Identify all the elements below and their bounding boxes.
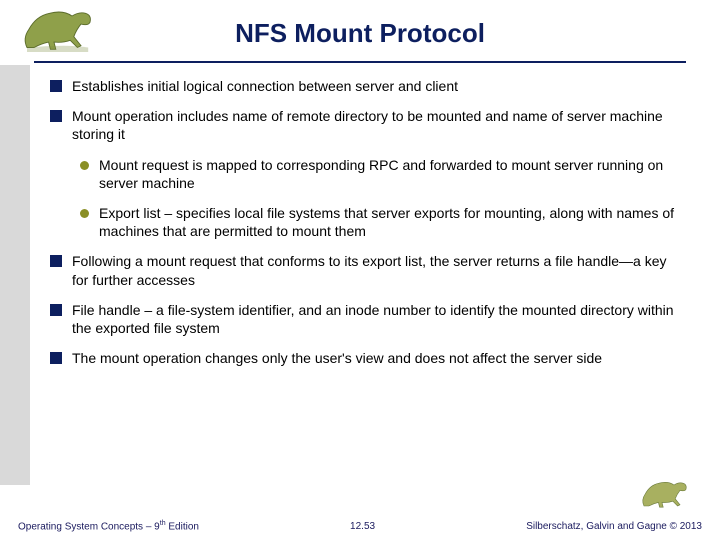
square-bullet-icon: [50, 110, 62, 122]
bullet-text: Export list – specifies local file syste…: [99, 204, 680, 240]
round-bullet-icon: [80, 209, 89, 218]
slide-content: Establishes initial logical connection b…: [0, 63, 720, 367]
book-title-a: Operating System Concepts – 9: [18, 521, 160, 532]
bullet-item: File handle – a file-system identifier, …: [50, 301, 680, 337]
book-title-b: Edition: [166, 521, 199, 532]
bullet-text: Mount request is mapped to corresponding…: [99, 156, 680, 192]
bullet-item: Mount operation includes name of remote …: [50, 107, 680, 143]
slide-footer: Operating System Concepts – 9th Edition …: [0, 520, 720, 532]
square-bullet-icon: [50, 352, 62, 364]
dinosaur-icon: [18, 2, 108, 57]
bullet-text: Following a mount request that conforms …: [72, 252, 680, 288]
bullet-text: Mount operation includes name of remote …: [72, 107, 680, 143]
slide-number: 12.53: [199, 521, 526, 532]
bullet-text: File handle – a file-system identifier, …: [72, 301, 680, 337]
bullet-item: The mount operation changes only the use…: [50, 349, 680, 367]
footer-right: Silberschatz, Galvin and Gagne © 2013: [526, 521, 702, 532]
round-bullet-icon: [80, 161, 89, 170]
footer-left: Operating System Concepts – 9th Edition: [18, 520, 199, 532]
dinosaur-small-icon: [638, 474, 698, 514]
slide-title: NFS Mount Protocol: [20, 10, 700, 49]
square-bullet-icon: [50, 304, 62, 316]
bullet-text: Establishes initial logical connection b…: [72, 77, 458, 95]
sidebar-band: [0, 65, 30, 485]
bullet-text: The mount operation changes only the use…: [72, 349, 602, 367]
square-bullet-icon: [50, 80, 62, 92]
slide-header: NFS Mount Protocol: [0, 0, 720, 55]
square-bullet-icon: [50, 255, 62, 267]
bullet-item: Establishes initial logical connection b…: [50, 77, 680, 95]
sub-bullet-item: Export list – specifies local file syste…: [80, 204, 680, 240]
sub-bullet-item: Mount request is mapped to corresponding…: [80, 156, 680, 192]
bullet-item: Following a mount request that conforms …: [50, 252, 680, 288]
